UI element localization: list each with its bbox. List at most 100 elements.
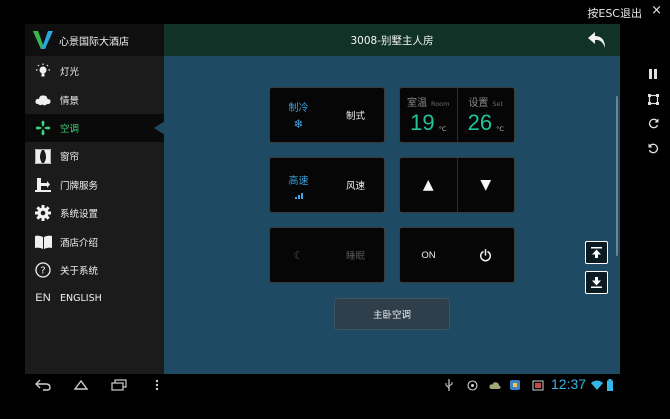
question-circle-icon: ? [34, 261, 52, 279]
hotel-logo-icon [33, 31, 53, 49]
sidebar-item-label: 系统设置 [60, 209, 99, 221]
sidebar-item-label: ENGLISH [60, 292, 102, 304]
room-temperature: 室温 Room 19 °C [400, 88, 457, 142]
sidebar-item-lighting[interactable]: 灯光 [25, 57, 164, 85]
set-temp-value: 26 [467, 110, 493, 135]
fullscreen-icon[interactable] [646, 92, 660, 106]
screenshot-notification-icon [532, 379, 544, 391]
scene-clouds-icon [34, 91, 52, 109]
fan-speed-value-button[interactable]: 高速 [270, 158, 327, 212]
set-temp-en: Set [492, 100, 504, 108]
scroll-to-bottom-button[interactable] [585, 271, 608, 294]
sidebar-item-label: 灯光 [60, 67, 80, 79]
sidebar-item-hotel-intro[interactable]: 酒店介绍 [25, 227, 164, 255]
fan-icon [34, 119, 52, 137]
battery-icon [604, 379, 616, 391]
fan-speed-card: 高速 风速 [269, 157, 385, 213]
room-temp-en: Room [430, 100, 450, 108]
sidebar-item-label: 门牌服务 [60, 180, 99, 192]
usb-icon [443, 379, 455, 391]
menu-nav-icon[interactable] [150, 377, 164, 393]
room-ac-button[interactable]: 主卧空调 [334, 298, 450, 330]
scroll-bottom-icon [591, 277, 602, 288]
book-icon [34, 233, 52, 251]
fan-speed-value: 高速 [288, 175, 309, 187]
arrow-up-icon: ▲ [422, 177, 434, 193]
sidebar-item-air-conditioning[interactable]: 空调 [25, 113, 165, 143]
cloud-notification-icon [489, 379, 501, 391]
room-ac-label: 主卧空调 [372, 310, 411, 321]
temperature-card: 室温 Room 19 °C 设置 Set 26 °C [399, 87, 515, 143]
sidebar-item-label: 窗帘 [60, 152, 80, 164]
scrollbar[interactable] [616, 96, 618, 256]
arrow-down-icon: ▼ [480, 177, 492, 193]
moon-icon: ☾ [293, 248, 304, 262]
home-nav-icon[interactable] [72, 377, 90, 393]
gear-icon [34, 204, 52, 222]
temp-unit: °C [438, 125, 447, 133]
mode-label: 制式 [345, 111, 365, 122]
header-bar: 3008-别墅主人房 [164, 24, 620, 56]
curtain-icon [34, 147, 52, 165]
mode-value-button[interactable]: 制冷 ❄ [270, 88, 327, 142]
sidebar-item-label: 空调 [60, 123, 80, 135]
sleep-card: ☾ 睡眠 [269, 227, 385, 283]
sidebar-item-doorplate-service[interactable]: 门牌服务 [25, 171, 164, 199]
fan-speed-switch-button[interactable]: 风速 [327, 158, 384, 212]
power-button[interactable] [457, 228, 514, 282]
set-temp-title: 设置 [468, 98, 489, 109]
sidebar-menu: 灯光 情景 空调 窗帘 门牌服务 系统设置 酒店介绍 ? 关于系统 EN ENG… [25, 57, 165, 313]
mode-switch-button[interactable]: 制式 [327, 88, 384, 142]
back-nav-icon[interactable] [34, 377, 52, 393]
back-arrow-icon[interactable] [586, 29, 608, 51]
hotel-name: 心景国际大酒店 [59, 36, 129, 48]
svg-text:?: ? [40, 265, 45, 276]
temp-down-button[interactable]: ▼ [457, 158, 514, 212]
sidebar-item-about-system[interactable]: ? 关于系统 [25, 256, 164, 284]
temperature-adjust-card: ▲ ▼ [399, 157, 515, 213]
english-text-icon: EN [35, 292, 51, 305]
brand-bar: 心景国际大酒店 [25, 24, 164, 56]
sidebar-item-curtain[interactable]: 窗帘 [25, 142, 164, 170]
room-temp-title: 室温 [406, 98, 427, 109]
power-status-label: ON [421, 249, 436, 261]
close-icon[interactable]: × [651, 3, 662, 18]
sleep-icon-button[interactable]: ☾ [270, 228, 327, 282]
scroll-top-icon [591, 247, 602, 258]
sidebar-item-english[interactable]: EN ENGLISH [25, 284, 164, 312]
fan-speed-label: 风速 [345, 181, 365, 192]
android-navigation-bar: 12:37 [0, 374, 670, 396]
power-icon [479, 248, 492, 261]
temp-unit: °C [496, 125, 504, 133]
room-temp-value: 19 [410, 110, 435, 135]
snowflake-icon: ❄ [293, 117, 304, 131]
sidebar-item-scene[interactable]: 情景 [25, 85, 164, 113]
light-bulb-icon [34, 62, 52, 80]
app-window: 心景国际大酒店 灯光 情景 空调 窗帘 门牌服务 系统设置 酒店介绍 ? 关于系… [25, 24, 620, 374]
room-title: 3008-别墅主人房 [350, 34, 434, 47]
recent-apps-nav-icon[interactable] [110, 377, 128, 393]
sidebar-item-label: 关于系统 [60, 265, 99, 277]
sidebar-item-label: 酒店介绍 [60, 237, 99, 249]
temp-up-button[interactable]: ▲ [400, 158, 457, 212]
mode-value: 制冷 [288, 103, 309, 114]
set-temperature: 设置 Set 26 °C [457, 88, 514, 142]
pause-icon[interactable] [646, 67, 660, 81]
doorplate-service-icon [34, 176, 52, 194]
sidebar-item-system-settings[interactable]: 系统设置 [25, 199, 164, 227]
refresh-icon[interactable] [646, 116, 660, 130]
power-status[interactable]: ON [400, 228, 457, 282]
fan-speed-level-icon [294, 192, 303, 199]
esc-exit-hint: 按ESC退出 [587, 7, 642, 20]
sidebar: 心景国际大酒店 灯光 情景 空调 窗帘 门牌服务 系统设置 酒店介绍 ? 关于系… [25, 24, 165, 374]
rotate-icon[interactable] [646, 141, 660, 155]
sleep-label: 睡眠 [345, 251, 365, 262]
app-notification-icon [509, 379, 521, 391]
wifi-icon [591, 379, 603, 391]
sidebar-item-label: 情景 [60, 95, 80, 107]
sleep-button[interactable]: 睡眠 [327, 228, 384, 282]
ac-control-panel: 制冷 ❄ 制式 室温 Room 19 °C 设置 Set 26 °C 高速 风速… [164, 56, 620, 374]
status-clock: 12:37 [551, 376, 587, 392]
mode-card: 制冷 ❄ 制式 [269, 87, 385, 143]
scroll-to-top-button[interactable] [585, 241, 608, 264]
